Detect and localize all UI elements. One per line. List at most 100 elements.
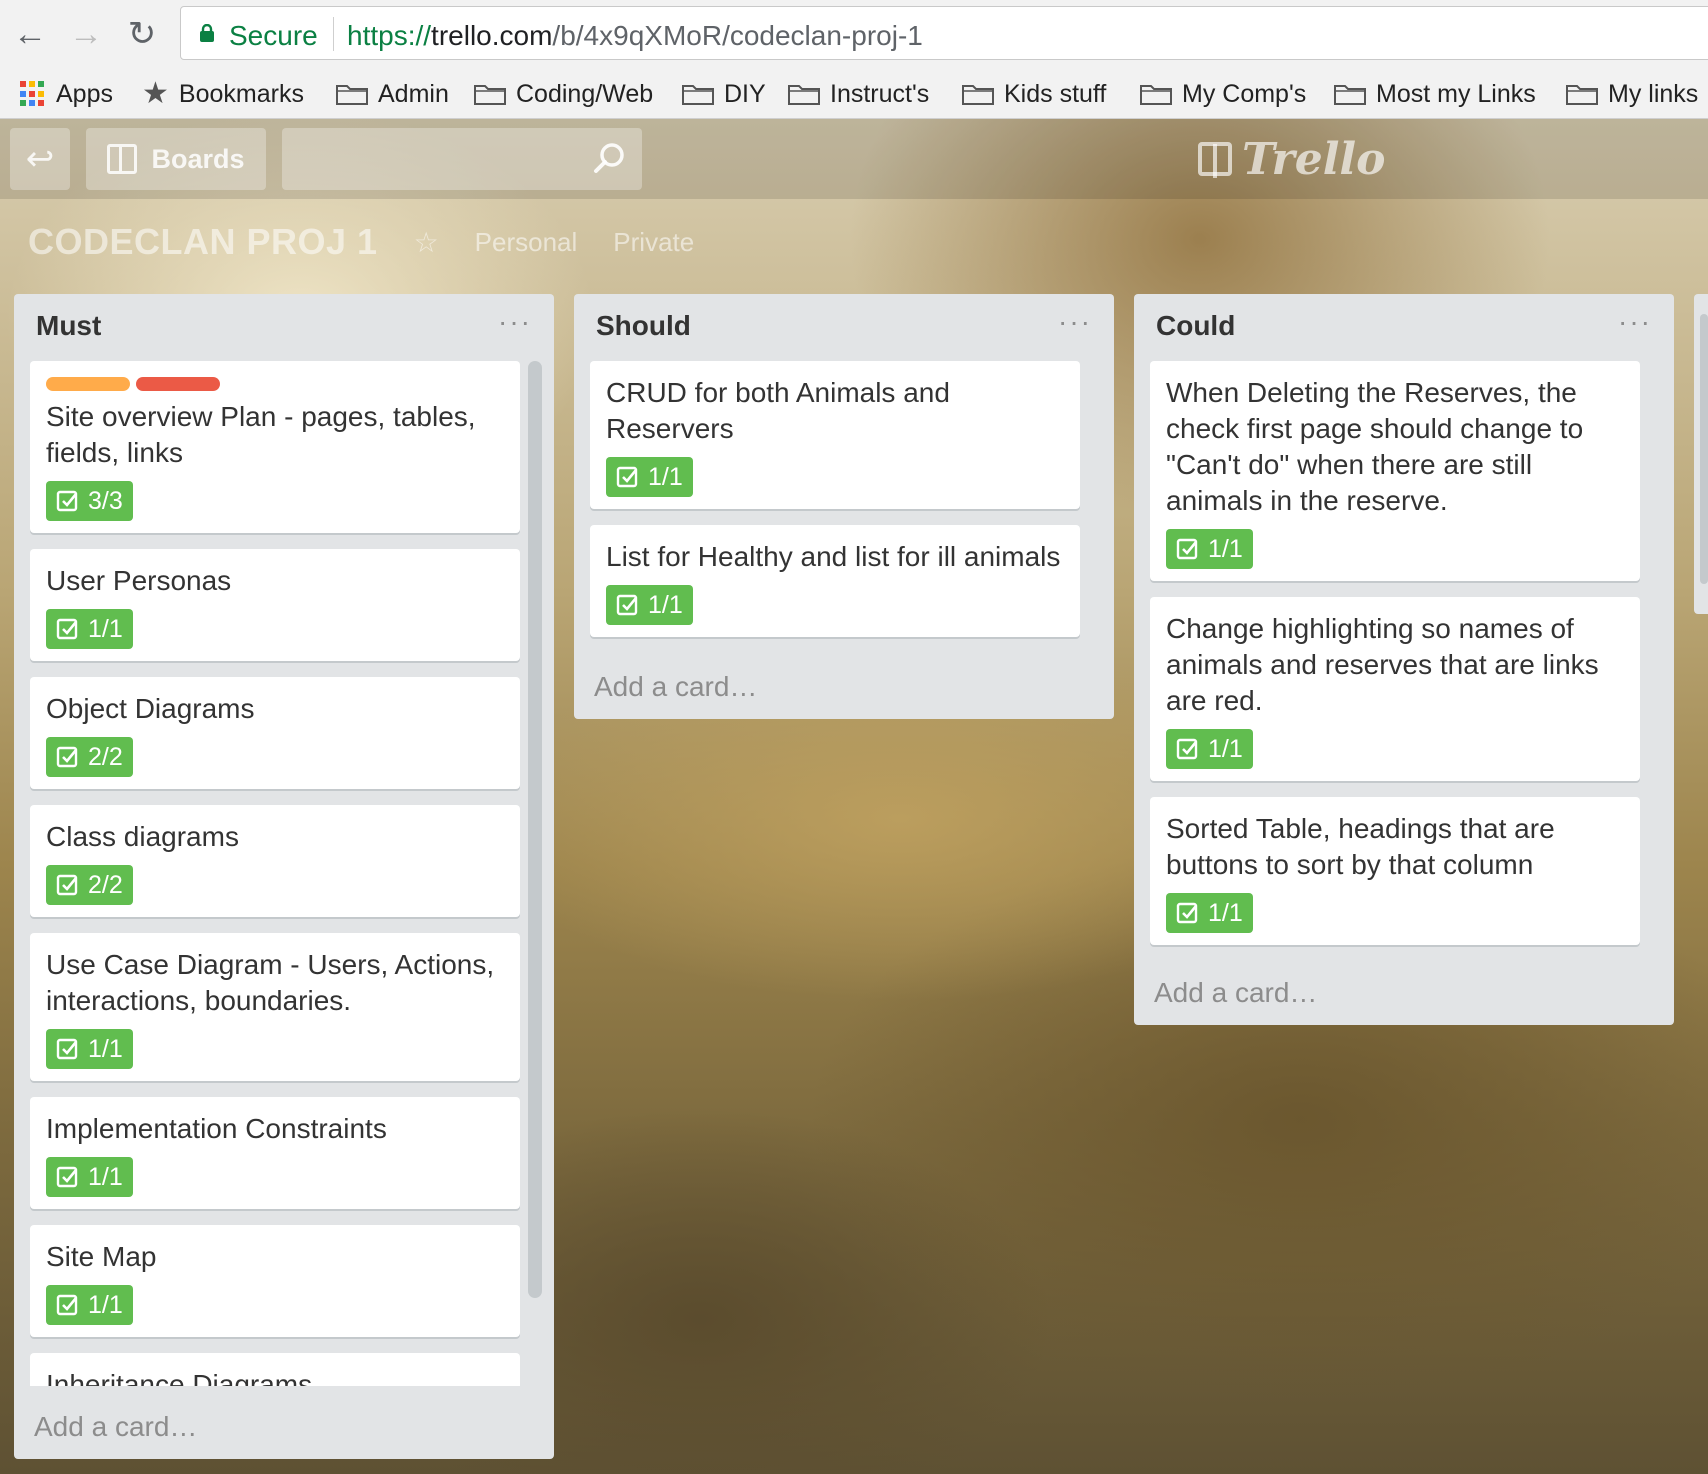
checklist-icon xyxy=(56,1294,78,1316)
add-card-link[interactable]: Add a card… xyxy=(34,1411,197,1443)
bookmark-folder-coding-web[interactable]: Coding/Web xyxy=(474,76,653,112)
bookmark-label: Most my Links xyxy=(1376,79,1536,108)
board-visibility[interactable]: Private xyxy=(613,227,694,258)
cards-container: When Deleting the Reserves, the check fi… xyxy=(1150,361,1640,961)
board-title-bar: CODECLAN PROJ 1 ☆ Personal Private xyxy=(28,207,694,277)
card-title: Use Case Diagram - Users, Actions, inter… xyxy=(46,949,495,1016)
url-text[interactable]: https://trello.com/b/4x9qXMoR/codeclan-p… xyxy=(347,20,923,52)
checklist-icon xyxy=(56,746,78,768)
card-title: Site overview Plan - pages, tables, fiel… xyxy=(46,401,476,468)
bookmark-folder-admin[interactable]: Admin xyxy=(336,76,449,112)
list-should: Should ··· CRUD for both Animals and Res… xyxy=(574,294,1114,719)
list-scrollbar[interactable] xyxy=(528,361,542,1298)
checklist-count: 1/1 xyxy=(1208,734,1243,763)
omnibox-divider xyxy=(333,17,334,51)
list-title[interactable]: Must xyxy=(36,310,101,342)
star-icon: ★ xyxy=(142,77,169,110)
checklist-count: 1/1 xyxy=(1208,898,1243,927)
url-scheme: https:// xyxy=(347,20,432,51)
checklist-count: 1/1 xyxy=(1208,534,1243,563)
list-menu-icon[interactable]: ··· xyxy=(1058,306,1092,338)
bookmark-folder-instructs[interactable]: Instruct's xyxy=(788,76,929,112)
board-canvas: ↩ Boards Trello CODECLAN PROJ 1 ☆ Person… xyxy=(0,119,1708,1474)
folder-icon xyxy=(1566,85,1598,105)
star-outline-icon[interactable]: ☆ xyxy=(414,226,439,259)
back-icon[interactable]: ↩ xyxy=(10,128,70,190)
url-path: /b/4x9qXMoR/codeclan-proj-1 xyxy=(552,20,923,51)
bookmark-folder-my-comps[interactable]: My Comp's xyxy=(1140,76,1306,112)
next-list-peek[interactable] xyxy=(1694,294,1708,614)
search-input[interactable] xyxy=(282,128,642,190)
checklist-icon xyxy=(1176,738,1198,760)
list-title[interactable]: Should xyxy=(596,310,691,342)
checklist-badge: 1/1 xyxy=(46,1285,133,1325)
card[interactable]: When Deleting the Reserves, the check fi… xyxy=(1150,361,1640,581)
bookmark-apps[interactable]: Apps xyxy=(20,76,113,112)
card-labels xyxy=(46,377,504,391)
card-title: CRUD for both Animals and Reservers xyxy=(606,377,950,444)
reload-icon[interactable]: ↻ xyxy=(122,12,162,56)
list-could: Could ··· When Deleting the Reserves, th… xyxy=(1134,294,1674,1025)
bookmark-label: Apps xyxy=(56,79,113,108)
back-arrow-icon[interactable]: ← xyxy=(10,12,50,56)
card[interactable]: Object Diagrams 2/2 xyxy=(30,677,520,789)
url-host: trello.com xyxy=(431,20,553,51)
address-bar[interactable]: Secure https://trello.com/b/4x9qXMoR/cod… xyxy=(180,6,1708,60)
bookmark-folder-diy[interactable]: DIY xyxy=(682,76,766,112)
bookmark-folder-kids-stuff[interactable]: Kids stuff xyxy=(962,76,1106,112)
checklist-badge: 1/1 xyxy=(1166,529,1253,569)
boards-button[interactable]: Boards xyxy=(86,128,266,190)
trello-logo[interactable]: Trello xyxy=(1198,129,1386,189)
checklist-count: 1/1 xyxy=(648,462,683,491)
bookmark-label: Admin xyxy=(378,79,449,108)
checklist-icon xyxy=(1176,902,1198,924)
checklist-badge: 1/1 xyxy=(46,1157,133,1197)
card-title: Sorted Table, headings that are buttons … xyxy=(1166,813,1555,880)
card-title: When Deleting the Reserves, the check fi… xyxy=(1166,377,1584,516)
card[interactable]: Class diagrams 2/2 xyxy=(30,805,520,917)
list-must: Must ··· Site overview Plan - pages, tab… xyxy=(14,294,554,1459)
boards-icon xyxy=(107,144,138,174)
card[interactable]: Change highlighting so names of animals … xyxy=(1150,597,1640,781)
checklist-badge: 1/1 xyxy=(46,609,133,649)
folder-icon xyxy=(1140,85,1172,105)
card[interactable]: Inheritance Diagrams xyxy=(30,1353,520,1386)
checklist-count: 1/1 xyxy=(88,614,123,643)
bookmark-bookmarks[interactable]: ★ Bookmarks xyxy=(142,76,304,112)
bookmark-label: Bookmarks xyxy=(178,79,304,108)
checklist-badge: 3/3 xyxy=(46,481,133,521)
card-title: Change highlighting so names of animals … xyxy=(1166,613,1599,716)
forward-arrow-icon[interactable]: → xyxy=(66,12,106,56)
add-card-link[interactable]: Add a card… xyxy=(594,671,757,703)
card[interactable]: Site overview Plan - pages, tables, fiel… xyxy=(30,361,520,533)
apps-grid-icon xyxy=(20,81,46,107)
list-menu-icon[interactable]: ··· xyxy=(498,306,532,338)
list-menu-icon[interactable]: ··· xyxy=(1618,306,1652,338)
bookmarks-bar: Apps ★ Bookmarks Admin Coding/Web DIY In… xyxy=(0,70,1708,119)
card[interactable]: User Personas 1/1 xyxy=(30,549,520,661)
bookmark-label: Coding/Web xyxy=(516,79,654,108)
card[interactable]: Implementation Constraints 1/1 xyxy=(30,1097,520,1209)
board-team[interactable]: Personal xyxy=(475,227,578,258)
bookmark-label: My Comp's xyxy=(1182,79,1307,108)
card[interactable]: Use Case Diagram - Users, Actions, inter… xyxy=(30,933,520,1081)
search-icon xyxy=(594,143,624,173)
add-card-link[interactable]: Add a card… xyxy=(1154,977,1317,1009)
card[interactable]: CRUD for both Animals and Reservers 1/1 xyxy=(590,361,1080,509)
list-title[interactable]: Could xyxy=(1156,310,1235,342)
checklist-badge: 1/1 xyxy=(606,585,693,625)
checklist-icon xyxy=(1176,538,1198,560)
bookmark-folder-my-links[interactable]: My links xyxy=(1566,76,1698,112)
trello-logo-icon xyxy=(1198,142,1232,178)
bookmark-folder-most-my-links[interactable]: Most my Links xyxy=(1334,76,1536,112)
folder-icon xyxy=(336,85,368,105)
card[interactable]: Site Map 1/1 xyxy=(30,1225,520,1337)
folder-icon xyxy=(682,85,714,105)
card[interactable]: Sorted Table, headings that are buttons … xyxy=(1150,797,1640,945)
label-red xyxy=(136,377,220,391)
checklist-count: 1/1 xyxy=(88,1162,123,1191)
board-name[interactable]: CODECLAN PROJ 1 xyxy=(28,221,378,263)
lock-icon xyxy=(200,24,214,42)
card[interactable]: List for Healthy and list for ill animal… xyxy=(590,525,1080,637)
card-title: User Personas xyxy=(46,565,232,596)
